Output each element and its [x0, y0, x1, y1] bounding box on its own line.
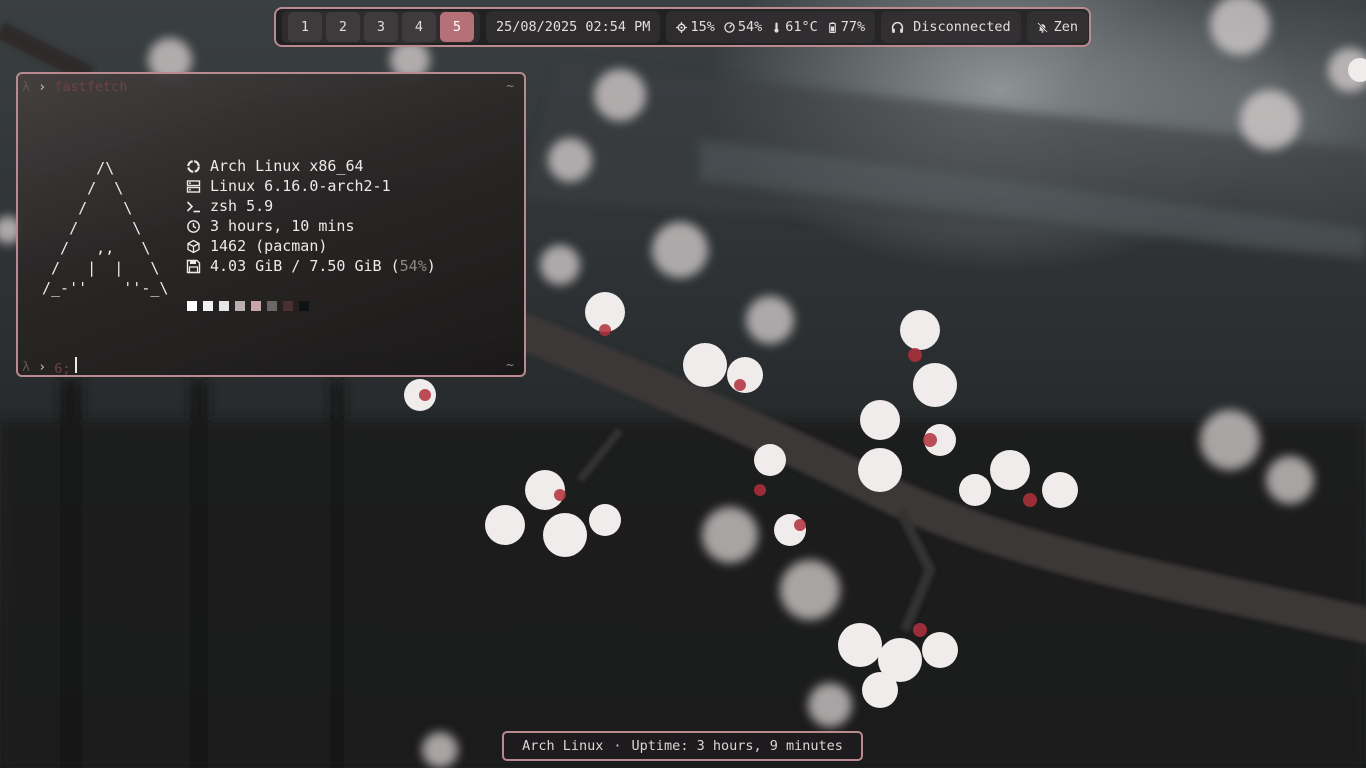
cwd-indicator-2: ~ — [506, 358, 514, 373]
workspace-4-button[interactable]: 4 — [402, 12, 436, 42]
floppy-disk-icon — [186, 259, 201, 273]
shell-row: zsh 5.9 — [186, 196, 436, 216]
temperature-stat: 61°C — [771, 19, 818, 35]
memory-usage: 4.03 GiB / 7.50 GiB (54%) — [210, 256, 436, 276]
arch-logo-ascii: /\ / \ / \ / \ / ,, \ / | | \ /_-'' ''-_… — [42, 159, 169, 297]
uptime-value: 3 hours, 10 mins — [210, 217, 355, 235]
color-swatch-2 — [203, 301, 213, 311]
prompt-line-1: λ › fastfetch — [22, 79, 127, 95]
headphones-icon — [891, 21, 904, 33]
top-bar: 1 2 3 4 5 25/08/2025 02:54 PM 15% 54% 61… — [274, 7, 1091, 47]
prompt-lambda-2: λ — [22, 359, 31, 375]
separator-dot: · — [613, 738, 622, 754]
zen-mode-button[interactable]: Zen — [1026, 11, 1089, 43]
terminal-window[interactable]: λ › fastfetch ~ /\ / \ / \ / \ / ,, \ / … — [16, 72, 526, 377]
prompt-arrow-2: › — [38, 359, 47, 375]
color-swatch-1 — [187, 301, 197, 311]
cpu-icon — [676, 21, 688, 33]
bell-off-icon — [1036, 21, 1048, 33]
memory-value: 54% — [737, 19, 763, 35]
input-text: 6; — [54, 361, 71, 377]
packages-value: 1462 (pacman) — [210, 237, 328, 255]
memory-row: 4.03 GiB / 7.50 GiB (54%) — [186, 256, 436, 276]
arch-logo-icon — [187, 159, 200, 173]
cpu-stat: 15% — [676, 19, 715, 35]
color-swatch-8 — [299, 301, 309, 311]
system-stats[interactable]: 15% 54% 61°C 77% — [666, 11, 876, 43]
color-swatch-3 — [219, 301, 229, 311]
workspace-2-button[interactable]: 2 — [326, 12, 360, 42]
battery-value: 77% — [840, 19, 866, 35]
package-icon — [187, 239, 200, 253]
prompt-lambda: λ — [22, 79, 31, 95]
packages-row: 1462 (pacman) — [186, 236, 436, 256]
prompt-line-2[interactable]: λ › 6; — [22, 357, 77, 377]
prompt-arrow: › — [38, 79, 47, 95]
memory-percent: 54% — [399, 257, 427, 275]
memory-stat: 54% — [724, 19, 762, 35]
clock[interactable]: 25/08/2025 02:54 PM — [486, 11, 661, 43]
shell-value: zsh 5.9 — [210, 197, 274, 215]
cpu-value: 15% — [690, 19, 715, 35]
executed-command: fastfetch — [54, 79, 128, 95]
kernel-value: Linux 6.16.0-arch2-1 — [210, 177, 391, 195]
color-swatch-4 — [235, 301, 245, 311]
workspace-5-button[interactable]: 5 — [440, 12, 474, 42]
workspace-1-button[interactable]: 1 — [288, 12, 322, 42]
clock-icon — [187, 219, 200, 233]
gauge-icon — [724, 21, 735, 33]
server-icon — [186, 179, 201, 193]
workspace-3-button[interactable]: 3 — [364, 12, 398, 42]
os-value: Arch Linux x86_64 — [210, 157, 364, 175]
datetime-label: 25/08/2025 02:54 PM — [496, 19, 651, 35]
battery-stat: 77% — [827, 19, 865, 35]
color-swatch-5 — [251, 301, 261, 311]
cwd-indicator: ~ — [506, 79, 514, 94]
workspace-switcher: 1 2 3 4 5 — [282, 11, 480, 43]
uptime-label: Uptime: 3 hours, 9 minutes — [631, 738, 843, 754]
color-swatch-7 — [283, 301, 293, 311]
text-cursor — [74, 357, 77, 373]
zen-mode-label: Zen — [1053, 19, 1079, 35]
temperature-value: 61°C — [785, 19, 818, 35]
memory-used-value: 4.03 GiB / 7.50 GiB ( — [210, 257, 400, 275]
bottom-status-bar: Arch Linux · Uptime: 3 hours, 9 minutes — [502, 731, 863, 761]
system-info: Arch Linux x86_64 Linux 6.16.0-arch2-1 z… — [186, 156, 436, 276]
color-swatch-6 — [267, 301, 277, 311]
command-input[interactable]: 6; — [54, 357, 77, 377]
kernel-row: Linux 6.16.0-arch2-1 — [186, 176, 436, 196]
uptime-row: 3 hours, 10 mins — [186, 216, 436, 236]
os-row: Arch Linux x86_64 — [186, 156, 436, 176]
thermometer-icon — [774, 21, 779, 33]
distro-label: Arch Linux — [522, 738, 604, 754]
audio-status-label: Disconnected — [913, 19, 1011, 35]
battery-icon — [828, 21, 836, 33]
color-palette — [187, 301, 309, 311]
audio-status-button[interactable]: Disconnected — [881, 11, 1021, 43]
terminal-prompt-icon — [186, 200, 200, 212]
memory-close-paren: ) — [426, 257, 436, 275]
